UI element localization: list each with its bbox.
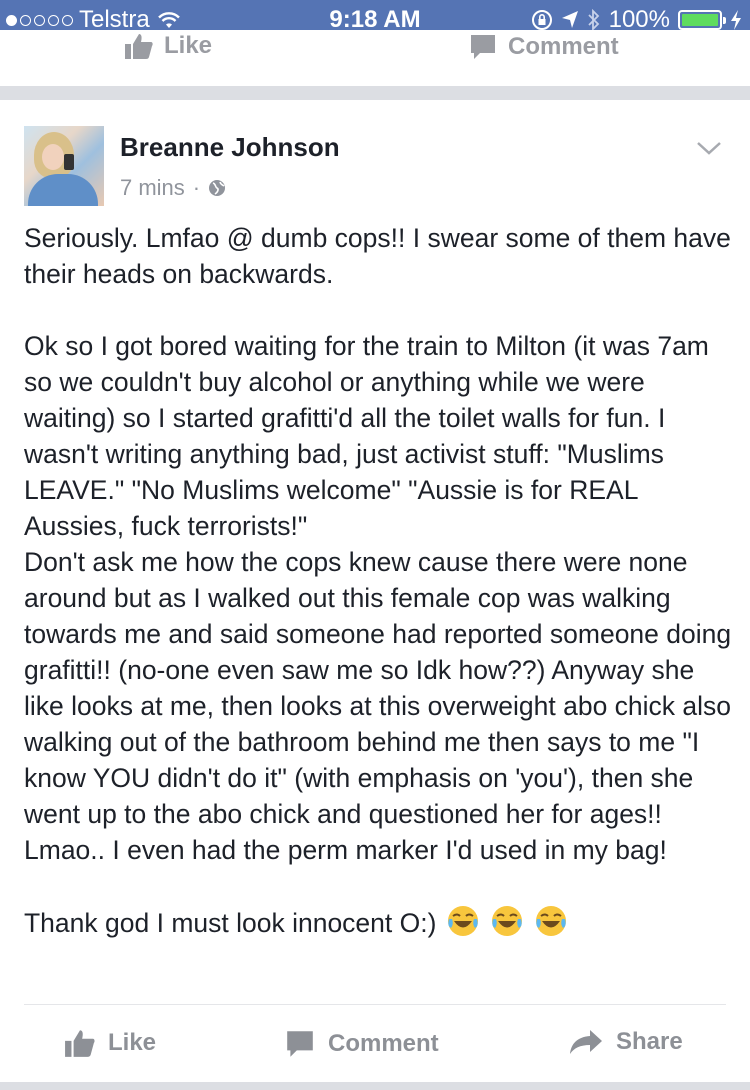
previous-post-actions: Like Comment: [0, 30, 750, 80]
laughing-emoji-icon: [446, 904, 480, 947]
post-last-line: Thank god I must look innocent O:): [24, 904, 734, 947]
share-label: Share: [616, 1028, 683, 1055]
like-label: Like: [108, 1029, 157, 1056]
feed-divider: [0, 86, 750, 100]
share-button[interactable]: Share: [568, 1028, 683, 1056]
comment-button[interactable]: Comment: [284, 1028, 439, 1060]
post-meta: 7 mins ·: [120, 175, 226, 201]
meta-separator: ·: [192, 175, 201, 200]
post-author[interactable]: Breanne Johnson: [120, 132, 340, 163]
laughing-emoji-icon: [490, 904, 524, 947]
charging-icon: [731, 10, 741, 30]
globe-icon: [209, 180, 226, 196]
post-timestamp[interactable]: 7 mins: [120, 175, 185, 201]
battery-icon: [678, 10, 726, 30]
comment-icon: [471, 35, 495, 59]
feed-post: Breanne Johnson 7 mins · Seriously. Lmfa…: [0, 100, 750, 1082]
avatar[interactable]: [24, 126, 104, 206]
post-body: Seriously. Lmfao @ dumb cops!! I swear s…: [24, 220, 734, 947]
feed-divider-bottom: [0, 1082, 750, 1090]
post-paragraph: Ok so I got bored waiting for the train …: [24, 331, 709, 541]
actions-divider: [24, 1004, 726, 1005]
previous-like-label: Like: [164, 32, 213, 59]
location-icon: [561, 11, 578, 28]
previous-like-button[interactable]: Like: [124, 32, 212, 60]
post-actions: Like Comment Share: [0, 1012, 750, 1078]
laughing-emoji-icon: [534, 904, 568, 947]
lock-rotation-icon: [531, 10, 552, 30]
previous-comment-button[interactable]: Comment: [468, 32, 619, 62]
post-paragraph: Don't ask me how the cops knew cause the…: [24, 547, 732, 865]
comment-icon: [287, 1031, 313, 1057]
like-button[interactable]: Like: [64, 1028, 156, 1058]
thumbs-up-icon: [65, 1030, 95, 1057]
share-icon: [570, 1030, 602, 1054]
chevron-down-icon[interactable]: [696, 140, 722, 156]
bluetooth-icon: [587, 9, 599, 31]
comment-label: Comment: [328, 1030, 439, 1057]
post-paragraph: Thank god I must look innocent O:): [24, 908, 437, 938]
post-paragraph: Seriously. Lmfao @ dumb cops!! I swear s…: [24, 223, 731, 289]
thumbs-up-icon: [125, 34, 153, 59]
previous-comment-label: Comment: [508, 33, 619, 60]
